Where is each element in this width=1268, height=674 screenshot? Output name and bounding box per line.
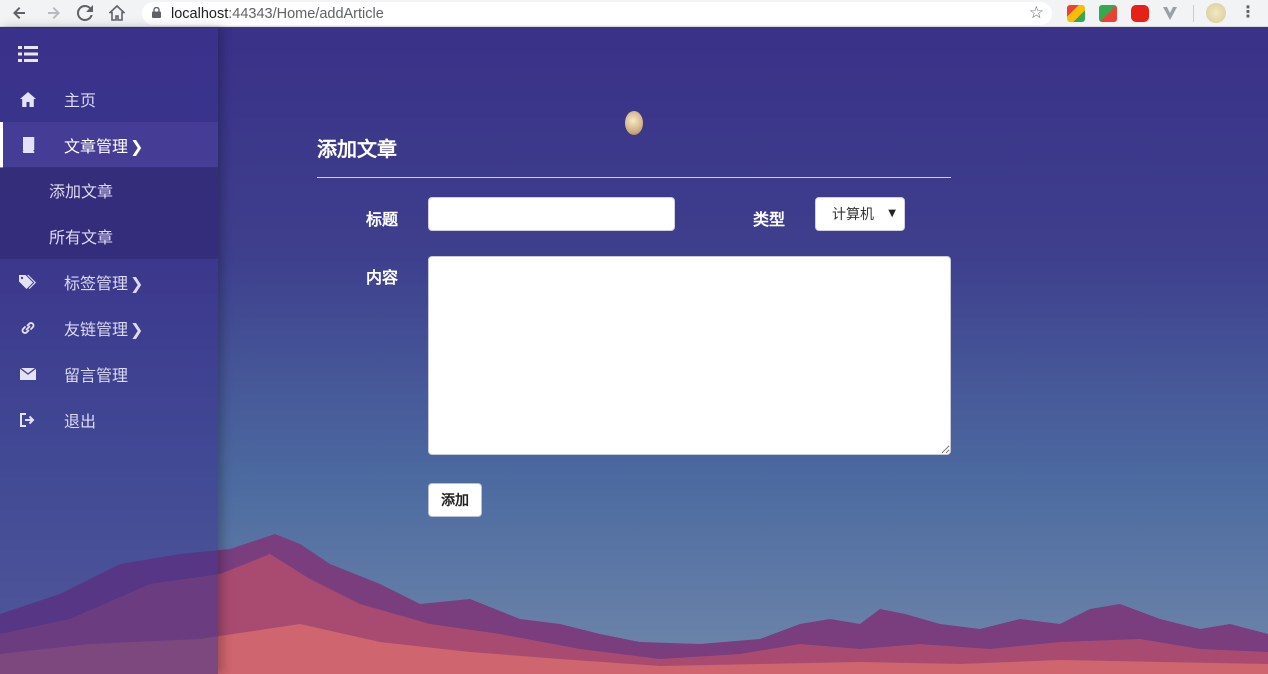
extension-icon-1[interactable] [1067,5,1085,22]
sidebar-item-label: 留言管理 [64,366,129,385]
submenu-item-add-article[interactable]: 添加文章 [0,167,218,213]
moon-decoration [625,111,643,135]
type-select[interactable]: 计算机 ▼ [815,197,905,231]
caret-down-icon: ▼ [888,208,896,219]
address-bar[interactable]: localhost:44343/Home/addArticle ☆ [142,2,1052,25]
sidebar: 主页 文章管理 ❯ 添加文章 所有文章 标签管理 ❯ 友链管理 ❯ 留言管理 退… [0,28,218,674]
chevron-right-icon: ❯ [130,137,144,156]
chevron-right-icon: ❯ [130,320,144,339]
type-select-value: 计算机 [832,207,874,223]
url-host: localhost [171,5,229,22]
extension-icon-3[interactable] [1131,5,1149,22]
star-icon[interactable]: ☆ [1029,3,1044,23]
sidebar-item-tags[interactable]: 标签管理 ❯ [0,259,218,305]
menu-list-icon[interactable] [18,45,38,63]
title-divider [317,177,951,178]
sidebar-item-home[interactable]: 主页 [0,76,218,122]
home-icon [19,90,37,108]
chevron-right-icon: ❯ [130,274,144,293]
title-input[interactable] [428,197,675,231]
envelope-icon [19,365,37,383]
sidebar-item-logout[interactable]: 退出 [0,397,218,443]
tags-icon [19,273,37,291]
reload-icon[interactable] [69,0,101,27]
sidebar-item-label: 主页 [64,91,97,110]
lock-icon [152,6,161,21]
sidebar-item-articles[interactable]: 文章管理 ❯ [0,122,218,168]
sidebar-item-label: 文章管理 ❯ [64,133,143,157]
back-icon[interactable] [4,0,36,27]
add-button[interactable]: 添加 [428,483,482,517]
forward-icon[interactable] [37,0,69,27]
content-textarea[interactable] [428,256,951,455]
type-label: 类型 [753,210,786,229]
submenu-item-label: 所有文章 [49,228,114,247]
submenu-item-label: 添加文章 [49,182,114,201]
sidebar-item-label: 退出 [64,412,97,431]
page-title: 添加文章 [317,137,397,161]
sidebar-item-text: 文章管理 [64,137,129,156]
book-icon [19,136,37,154]
browser-toolbar: localhost:44343/Home/addArticle ☆ ⋮ [0,0,1268,27]
extension-icon-4[interactable] [1161,5,1179,22]
sidebar-item-text: 标签管理 [64,274,129,293]
logout-icon [19,411,37,429]
extension-icon-2[interactable] [1099,5,1117,22]
sidebar-item-label: 友链管理 ❯ [64,316,143,340]
menu-kebab-icon[interactable]: ⋮ [1240,2,1256,21]
toolbar-divider [1193,5,1194,22]
sidebar-item-label: 标签管理 ❯ [64,270,143,294]
profile-avatar[interactable] [1206,3,1226,23]
url-path: :44343/Home/addArticle [228,5,384,22]
link-icon [19,319,37,337]
submenu-item-all-articles[interactable]: 所有文章 [0,213,218,259]
home-icon[interactable] [101,0,133,27]
sidebar-item-messages[interactable]: 留言管理 [0,351,218,397]
content-label: 内容 [366,268,399,287]
title-label: 标题 [366,210,399,229]
articles-submenu: 添加文章 所有文章 [0,167,218,259]
sidebar-item-links[interactable]: 友链管理 ❯ [0,305,218,351]
sidebar-item-text: 友链管理 [64,320,129,339]
